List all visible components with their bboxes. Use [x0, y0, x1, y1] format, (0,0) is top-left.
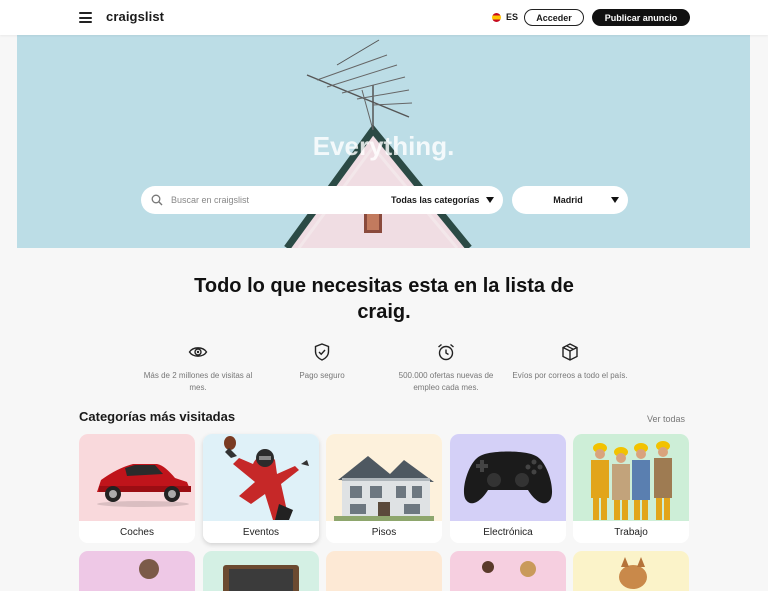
workers-image — [573, 434, 689, 521]
football-player-image — [203, 434, 319, 521]
feature-job-offers: 500.000 ofertas nuevas de empleo cada me… — [386, 342, 506, 394]
top-navbar: craigslist ES Acceder Publicar anuncio — [0, 0, 768, 35]
category-card-row2[interactable] — [79, 551, 195, 591]
category-label: Trabajo — [573, 521, 689, 543]
category-card-eventos[interactable]: Eventos — [203, 434, 319, 543]
post-ad-button[interactable]: Publicar anuncio — [592, 9, 690, 26]
chevron-down-icon — [486, 197, 494, 203]
search-icon — [151, 194, 163, 206]
feature-label: Evíos por correos a todo el país. — [512, 371, 628, 380]
page-tagline: Todo lo que necesitas esta en la lista d… — [194, 275, 574, 323]
category-card-pisos[interactable]: Pisos — [326, 434, 442, 543]
feature-label: 500.000 ofertas nuevas de empleo cada me… — [398, 371, 494, 392]
hamburger-menu-icon[interactable] — [79, 12, 92, 23]
category-label: Electrónica — [450, 521, 566, 543]
language-code: ES — [506, 12, 519, 22]
package-icon — [562, 343, 578, 361]
search-input[interactable] — [171, 186, 371, 214]
hero-banner: Everything. Todas las categorías Madrid — [17, 35, 750, 248]
alarm-clock-icon — [438, 343, 454, 361]
feature-shipping: Evíos por correos a todo el país. — [510, 342, 630, 382]
category-dropdown-value: Todas las categorías — [391, 195, 480, 205]
city-dropdown-value: Madrid — [553, 195, 583, 205]
feature-secure-payment: Pago seguro — [262, 342, 382, 382]
category-card-trabajo[interactable]: Trabajo — [573, 434, 689, 543]
category-card-row2[interactable] — [450, 551, 566, 591]
city-dropdown[interactable]: Madrid — [512, 186, 628, 214]
category-label: Coches — [79, 521, 195, 543]
category-dropdown[interactable]: Todas las categorías — [381, 186, 503, 214]
category-label: Eventos — [203, 521, 319, 543]
category-card-row2[interactable] — [203, 551, 319, 591]
eye-icon — [188, 347, 208, 357]
login-button[interactable]: Acceder — [524, 9, 584, 26]
feature-visits: Más de 2 millones de visitas al mes. — [138, 342, 258, 394]
feature-label: Más de 2 millones de visitas al mes. — [143, 371, 253, 392]
feature-label: Pago seguro — [299, 371, 345, 380]
see-all-link[interactable]: Ver todas — [647, 414, 685, 424]
category-card-row2[interactable] — [573, 551, 689, 591]
shield-check-icon — [314, 343, 330, 361]
language-selector[interactable]: ES — [492, 12, 518, 22]
category-card-electronica[interactable]: Electrónica — [450, 434, 566, 543]
section-title: Categorías más visitadas — [79, 409, 236, 424]
category-label: Pisos — [326, 521, 442, 543]
search-bar: Todas las categorías — [141, 186, 503, 214]
car-image — [79, 434, 195, 521]
chevron-down-icon — [611, 197, 619, 203]
category-card-coches[interactable]: Coches — [79, 434, 195, 543]
hero-title: Everything. — [312, 131, 455, 161]
spain-flag-icon — [492, 12, 501, 22]
house-image — [326, 434, 442, 521]
site-logo[interactable]: craigslist — [106, 9, 164, 24]
game-controller-image — [450, 434, 566, 521]
category-card-row2[interactable] — [326, 551, 442, 591]
